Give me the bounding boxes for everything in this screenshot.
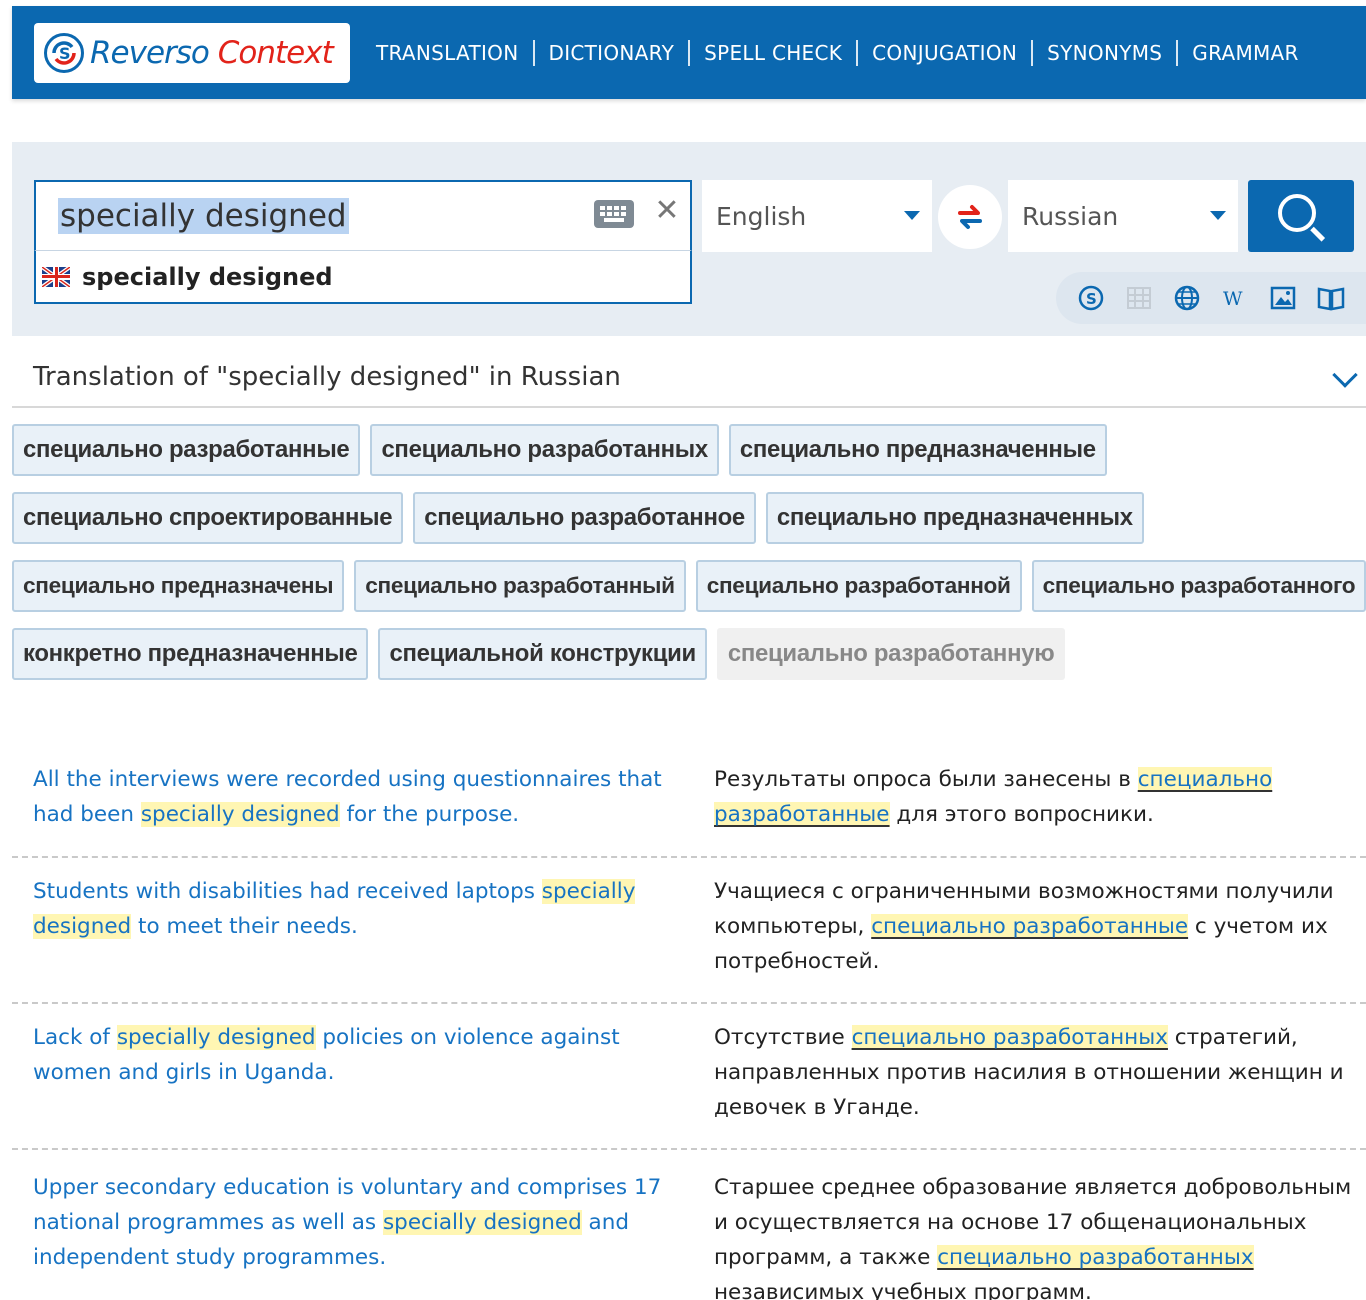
example-highlight[interactable]: специально разработанные [871, 914, 1189, 939]
example-target[interactable]: Результаты опроса были занесены в специа… [714, 762, 1354, 832]
example-row: Upper secondary education is voluntary a… [12, 1150, 1366, 1300]
nav-translation[interactable]: TRANSLATION [362, 41, 533, 65]
nav-dictionary[interactable]: DICTIONARY [535, 41, 689, 65]
svg-text:W: W [1223, 288, 1243, 310]
skype-icon[interactable]: S [1076, 283, 1106, 313]
chip-row: специально спроектированные специально р… [12, 492, 1366, 544]
chevron-down-icon[interactable] [1332, 362, 1358, 388]
nav-separator [532, 39, 535, 66]
chip-row: специально разработанные специально разр… [12, 424, 1366, 476]
examples-list: All the interviews were recorded using q… [12, 746, 1366, 1300]
chip-row: конкретно предназначенные специальной ко… [12, 628, 1366, 680]
table-icon[interactable] [1124, 283, 1154, 313]
example-row: All the interviews were recorded using q… [12, 746, 1366, 858]
target-language-select[interactable]: Russian [1008, 180, 1238, 252]
keyboard-icon[interactable] [594, 200, 634, 228]
example-target[interactable]: Учащиеся с ограниченными возможностями п… [714, 874, 1354, 979]
nav-separator [1176, 39, 1179, 66]
translation-chip[interactable]: специально разработанного [1031, 560, 1366, 612]
nav-spell-check[interactable]: SPELL CHECK [690, 41, 856, 65]
search-input[interactable]: specially designed ✕ [34, 180, 692, 252]
translation-chip[interactable]: специально разработанных [370, 424, 719, 476]
example-source[interactable]: Students with disabilities had received … [33, 874, 693, 944]
swap-languages-button[interactable] [938, 185, 1002, 249]
example-text: Результаты опроса были занесены в [714, 767, 1138, 792]
chevron-down-icon [904, 211, 920, 220]
clear-icon[interactable]: ✕ [652, 196, 682, 226]
translation-chip[interactable]: специальной конструкции [378, 628, 707, 680]
logo-reverso: Reverso [90, 34, 210, 71]
divider [12, 406, 1366, 408]
top-header: S Reverso Context TRANSLATION DICTIONARY… [12, 6, 1366, 99]
main-nav: TRANSLATION DICTIONARY SPELL CHECK CONJU… [362, 39, 1313, 66]
translation-chip[interactable]: специально разработанный [354, 560, 686, 612]
tools-bar: S W [1056, 272, 1366, 324]
translation-chip[interactable]: специально предназначенные [728, 424, 1107, 476]
example-source[interactable]: Upper secondary education is voluntary a… [33, 1170, 693, 1275]
search-icon-handle [1310, 226, 1326, 242]
chevron-down-icon [1210, 211, 1226, 220]
reverso-logo-icon: S [44, 32, 84, 73]
example-text: Students with disabilities had received … [33, 879, 542, 904]
wikipedia-icon[interactable]: W [1220, 283, 1250, 313]
example-highlight[interactable]: специально разработанных [937, 1245, 1254, 1270]
source-language-select[interactable]: English [702, 180, 932, 252]
reverso-logo[interactable]: S Reverso Context [34, 22, 350, 83]
chip-row: специально предназначены специально разр… [12, 560, 1366, 612]
logo-context: Context [217, 34, 334, 71]
swap-icon [958, 205, 982, 229]
example-source[interactable]: All the interviews were recorded using q… [33, 762, 693, 832]
example-text: для этого вопросники. [889, 802, 1154, 827]
translation-chip[interactable]: конкретно предназначенные [12, 628, 369, 680]
suggestion-text: specially designed [82, 262, 333, 291]
example-text: Отсутствие [714, 1025, 852, 1050]
translation-chip[interactable]: специально предназначены [12, 560, 345, 612]
suggestion-item[interactable]: specially designed [34, 250, 692, 304]
example-row: Lack of specially designed policies on v… [12, 1004, 1366, 1150]
search-query-text[interactable]: specially designed [58, 198, 349, 234]
svg-text:S: S [59, 44, 71, 63]
example-source[interactable]: Lack of specially designed policies on v… [33, 1020, 693, 1090]
source-language-label: English [716, 201, 807, 231]
translation-chip[interactable]: специально предназначенных [765, 492, 1144, 544]
example-highlight: specially designed [116, 1025, 316, 1050]
uk-flag-icon [42, 266, 70, 287]
example-row: Students with disabilities had received … [12, 858, 1366, 1004]
svg-text:S: S [1086, 290, 1097, 308]
search-panel: specially designed ✕ specially designed … [12, 142, 1366, 336]
book-icon[interactable] [1316, 283, 1346, 313]
image-icon[interactable] [1268, 283, 1298, 313]
logo-text: Reverso Context [90, 34, 334, 71]
nav-synonyms[interactable]: SYNONYMS [1033, 41, 1176, 65]
example-text: Lack of [33, 1025, 117, 1050]
translation-chips: специально разработанные специально разр… [12, 424, 1366, 696]
translation-title: Translation of "specially designed" in R… [33, 362, 621, 392]
example-text: независимых учебных программ. [714, 1280, 1092, 1300]
example-highlight[interactable]: специально разработанных [851, 1025, 1168, 1050]
nav-separator [856, 39, 859, 66]
example-text: for the purpose. [339, 802, 520, 827]
nav-grammar[interactable]: GRAMMAR [1178, 41, 1312, 65]
translation-chip[interactable]: специально разработанное [413, 492, 756, 544]
nav-conjugation[interactable]: CONJUGATION [858, 41, 1031, 65]
nav-separator [688, 39, 691, 66]
globe-icon[interactable] [1172, 283, 1202, 313]
example-target[interactable]: Отсутствие специально разработанных стра… [714, 1020, 1354, 1125]
target-language-label: Russian [1022, 201, 1119, 231]
translation-chip[interactable]: специально разработанные [12, 424, 361, 476]
search-icon [1278, 194, 1316, 232]
translation-chip[interactable]: специально разработанной [695, 560, 1022, 612]
example-highlight: specially designed [382, 1210, 582, 1235]
example-target[interactable]: Старшее среднее образование является доб… [714, 1170, 1354, 1300]
search-button[interactable] [1248, 180, 1354, 252]
translation-chip[interactable]: специально спроектированные [12, 492, 404, 544]
example-highlight: specially designed [140, 802, 340, 827]
translation-chip-rare[interactable]: специально разработанную [716, 628, 1066, 680]
example-text: to meet their needs. [131, 914, 358, 939]
nav-separator [1031, 39, 1034, 66]
